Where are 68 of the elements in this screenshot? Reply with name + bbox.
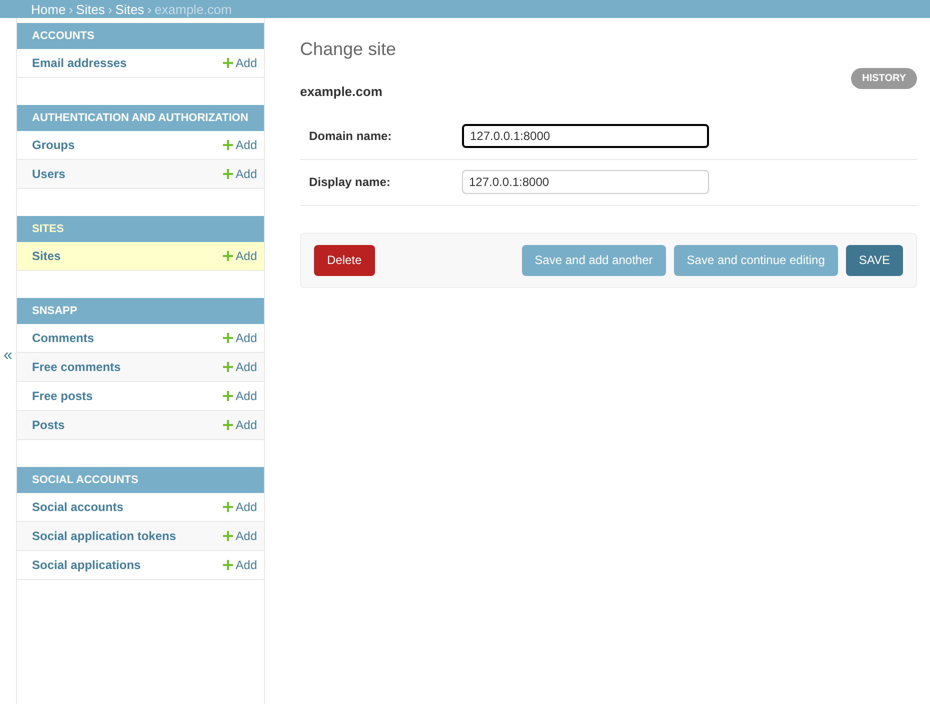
save-button[interactable]: SAVE: [846, 244, 903, 276]
add-label: Add: [236, 359, 257, 376]
add-link[interactable]: Add: [222, 387, 257, 405]
save-button[interactable]: Save and add another: [522, 244, 666, 276]
breadcrumb-separator: ›: [108, 2, 112, 16]
breadcrumb-link[interactable]: Home: [31, 2, 66, 16]
add-link[interactable]: Add: [222, 498, 257, 516]
breadcrumb-current: example.com: [154, 2, 232, 16]
add-link[interactable]: Add: [222, 165, 257, 183]
history-button[interactable]: HISTORY: [851, 68, 917, 89]
add-label: Add: [236, 499, 257, 516]
model-link[interactable]: Social accounts: [32, 498, 124, 516]
add-link[interactable]: Add: [222, 329, 257, 347]
add-link[interactable]: Add: [222, 416, 257, 434]
plus-icon: [222, 333, 233, 343]
text-field[interactable]: 127.0.0.1:8000: [462, 170, 709, 194]
field-label: Domain name:: [308, 128, 393, 145]
model-link[interactable]: Email addresses: [32, 54, 127, 72]
model-link[interactable]: Sites: [32, 247, 61, 265]
breadcrumb-link[interactable]: Sites: [76, 2, 105, 16]
sidebar-toggle[interactable]: «: [4, 348, 12, 364]
plus-icon: [222, 420, 233, 430]
model-link[interactable]: Users: [32, 165, 66, 183]
save-button[interactable]: Save and continue editing: [674, 244, 838, 276]
add-label: Add: [236, 166, 257, 183]
plus-icon: [222, 58, 233, 68]
add-label: Add: [236, 330, 257, 347]
add-link[interactable]: Add: [222, 54, 257, 72]
model-link[interactable]: Free comments: [32, 358, 121, 376]
delete-button[interactable]: Delete: [314, 244, 375, 276]
add-link[interactable]: Add: [222, 358, 257, 376]
model-link[interactable]: Free posts: [32, 387, 93, 405]
model-link[interactable]: Social applications: [32, 556, 141, 574]
model-link[interactable]: Social application tokens: [32, 527, 176, 545]
model-link[interactable]: Comments: [32, 329, 94, 347]
plus-icon: [222, 169, 233, 179]
module-caption[interactable]: AUTHENTICATION AND AUTHORIZATION: [17, 105, 264, 131]
module-caption[interactable]: SNSAPP: [17, 298, 264, 324]
add-label: Add: [236, 557, 257, 574]
add-link[interactable]: Add: [222, 247, 257, 265]
module-caption[interactable]: SOCIAL ACCOUNTS: [17, 467, 264, 493]
plus-icon: [222, 560, 233, 570]
plus-icon: [222, 251, 233, 261]
add-label: Add: [236, 248, 257, 265]
add-label: Add: [236, 55, 257, 72]
object-name: example.com: [300, 83, 384, 101]
breadcrumb-separator: ›: [147, 2, 152, 16]
plus-icon: [222, 391, 233, 401]
add-label: Add: [236, 388, 257, 405]
page-title: Change site: [300, 38, 398, 61]
plus-icon: [222, 362, 233, 372]
add-link[interactable]: Add: [222, 136, 257, 154]
text-field[interactable]: 127.0.0.1:8000: [462, 124, 709, 148]
model-link[interactable]: Posts: [32, 416, 65, 434]
breadcrumb-link[interactable]: Sites: [115, 2, 144, 16]
plus-icon: [222, 531, 233, 541]
model-link[interactable]: Groups: [32, 136, 75, 154]
add-label: Add: [236, 528, 257, 545]
module-caption[interactable]: ACCOUNTS: [17, 23, 264, 49]
field-label: Display name:: [308, 174, 392, 191]
add-link[interactable]: Add: [222, 527, 257, 545]
plus-icon: [222, 502, 233, 512]
add-link[interactable]: Add: [222, 556, 257, 574]
breadcrumb-separator: ›: [68, 2, 74, 16]
add-label: Add: [236, 137, 257, 154]
plus-icon: [222, 140, 233, 150]
add-label: Add: [236, 417, 257, 434]
module-caption[interactable]: SITES: [17, 216, 264, 242]
